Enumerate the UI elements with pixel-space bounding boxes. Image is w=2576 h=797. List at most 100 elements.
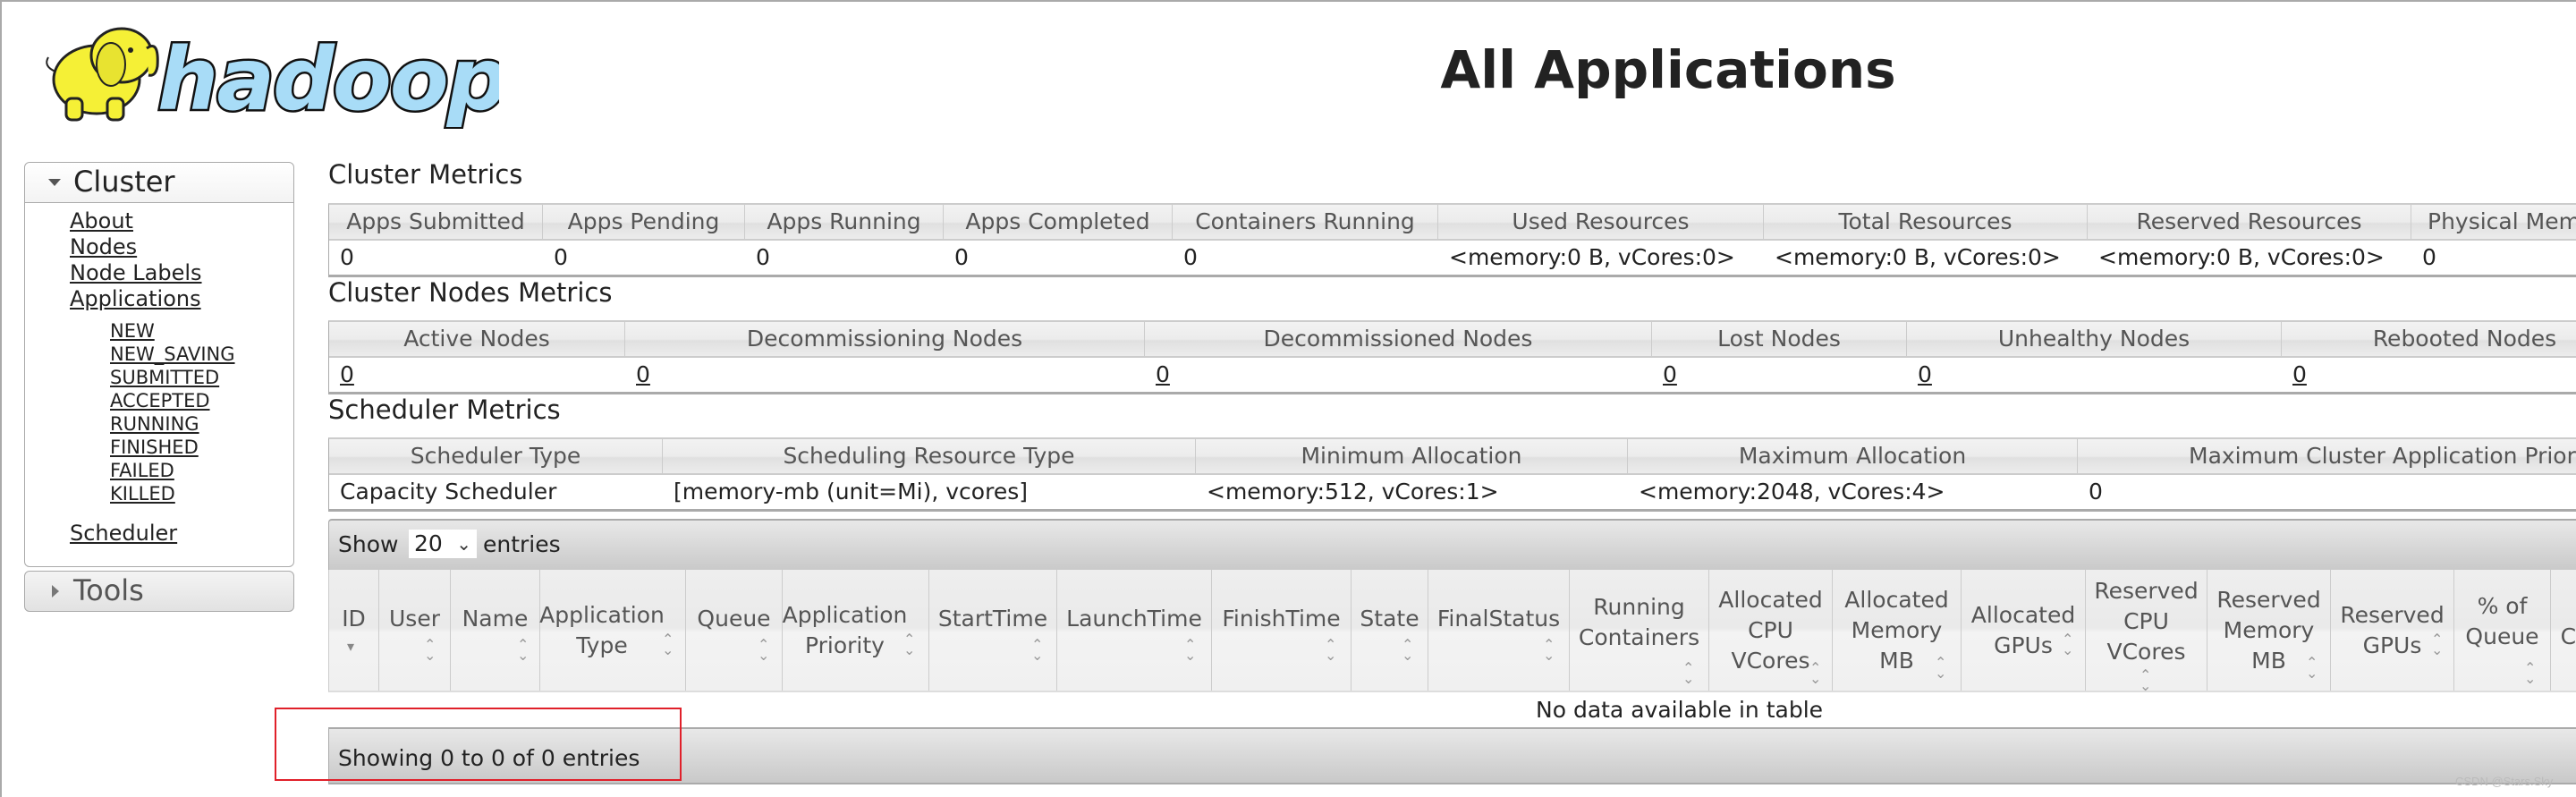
column-label-percent-of-queue: % of Queue — [2465, 592, 2539, 649]
sort-icon: ⌃ ⌄ — [1809, 659, 1822, 687]
sidebar-cluster-header[interactable]: Cluster — [25, 163, 293, 203]
header-physical-mem: Physical Mem — [2428, 208, 2576, 234]
sort-icon: ⌃ ⌄ — [1543, 636, 1555, 664]
sidebar-link-state-submitted[interactable]: SUBMITTED — [110, 367, 219, 388]
column-header-state[interactable]: State ⌃ ⌄ — [1352, 570, 1428, 691]
column-header-percent-of-queue[interactable]: % of Queue ⌃ ⌄ — [2454, 570, 2551, 691]
column-header-allocated-memory-mb[interactable]: Allocated Memory MB ⌃ ⌄ — [1833, 570, 1962, 691]
link-decommissioned-nodes[interactable]: 0 — [1145, 358, 1170, 392]
node-metrics-header-row: Active Nodes Decommissioning Nodes Decom… — [329, 322, 2576, 358]
column-header-application-priority[interactable]: Application Priority ⌃ ⌄ — [783, 570, 929, 691]
page-size-select[interactable]: 20 ⌄ — [409, 530, 477, 558]
scheduler-metrics-data-row: Capacity Scheduler [memory-mb (unit=Mi),… — [329, 475, 2576, 509]
column-header-finishtime[interactable]: FinishTime ⌃ ⌄ — [1212, 570, 1352, 691]
header-maximum-allocation: Maximum Allocation — [1628, 439, 2078, 473]
link-decommissioning-nodes[interactable]: 0 — [625, 358, 650, 392]
sidebar-link-state-new-saving[interactable]: NEW_SAVING — [110, 343, 235, 365]
node-metrics-title: Cluster Nodes Metrics — [328, 277, 613, 308]
sidebar-tools-label: Tools — [73, 573, 144, 607]
column-header-reserved-cpu-vcores[interactable]: Reserved CPU VCores ⌃ ⌄ — [2086, 570, 2207, 694]
empty-table-message: No data available in table — [1536, 697, 1824, 723]
header-apps-completed: Apps Completed — [944, 205, 1173, 239]
link-active-nodes[interactable]: 0 — [329, 358, 354, 392]
cluster-metrics-title: Cluster Metrics — [328, 159, 523, 190]
sidebar-link-state-new[interactable]: NEW — [110, 320, 155, 342]
sort-icon: ⌃ ⌄ — [2524, 659, 2537, 687]
column-header-allocated-gpus[interactable]: Allocated GPUs ⌃ ⌄ — [1962, 570, 2086, 691]
header-apps-submitted: Apps Submitted — [329, 205, 543, 239]
column-header-allocated-cpu-vcores[interactable]: Allocated CPU VCores ⌃ ⌄ — [1709, 570, 1833, 691]
sidebar-link-state-accepted[interactable]: ACCEPTED — [110, 390, 210, 411]
sidebar-link-scheduler[interactable]: Scheduler — [70, 521, 177, 546]
sort-icon: ⌃ ⌄ — [1184, 636, 1197, 664]
sort-icon: ⌃ ⌄ — [1031, 636, 1044, 664]
column-label-percent-of-cluster: % of Cluster — [2560, 593, 2576, 649]
column-label-application-priority: Application Priority — [782, 601, 908, 658]
sort-icon: ⌃ ⌄ — [2062, 631, 2074, 658]
column-header-running-containers[interactable]: Running Containers ⌃ ⌄ — [1570, 570, 1709, 691]
header-decommissioned-nodes: Decommissioned Nodes — [1145, 322, 1652, 356]
sidebar-link-node-labels[interactable]: Node Labels — [70, 260, 202, 285]
sidebar-link-about[interactable]: About — [70, 208, 133, 233]
column-header-starttime[interactable]: StartTime ⌃ ⌄ — [929, 570, 1057, 691]
sidebar-link-state-finished[interactable]: FINISHED — [110, 437, 199, 458]
sidebar-tools-panel[interactable]: Tools — [24, 571, 294, 612]
header-scheduler-type: Scheduler Type — [329, 439, 663, 473]
column-label-allocated-gpus: Allocated GPUs — [1970, 601, 2076, 658]
sidebar-tools-header[interactable]: Tools — [25, 572, 293, 611]
header-containers-running: Containers Running — [1173, 205, 1438, 239]
sort-icon: ⌃ ⌄ — [1402, 636, 1414, 664]
header-rebooted-nodes: Rebooted Nodes — [2372, 326, 2557, 352]
header-apps-running: Apps Running — [745, 205, 944, 239]
column-header-id[interactable]: ID ▾ — [329, 570, 379, 691]
column-header-name[interactable]: Name ⌃ ⌄ — [451, 570, 540, 691]
sidebar-cluster-panel: Cluster About Nodes Node Labels Applicat… — [24, 162, 294, 567]
value-used-resources: <memory:0 B, vCores:0> — [1449, 244, 1735, 270]
header-scheduling-resource-type: Scheduling Resource Type — [663, 439, 1196, 473]
value-max-cluster-app-priority: 0 — [2089, 479, 2103, 504]
column-header-percent-of-cluster[interactable]: % of Cluster — [2551, 570, 2576, 691]
link-unhealthy-nodes[interactable]: 0 — [1907, 358, 1932, 392]
sidebar-link-applications[interactable]: Applications — [70, 286, 201, 311]
column-header-reserved-gpus[interactable]: Reserved GPUs ⌃ ⌄ — [2331, 570, 2454, 691]
header-reserved-resources: Reserved Resources — [2088, 205, 2411, 239]
column-label-reserved-gpus: Reserved GPUs — [2340, 601, 2445, 658]
hadoop-elephant-logo-icon: hadoop — [46, 27, 511, 132]
column-header-user[interactable]: User ⌃ ⌄ — [379, 570, 451, 691]
hadoop-logo[interactable]: hadoop — [25, 13, 511, 132]
table-length-bar: Show 20 ⌄ entries — [328, 519, 2576, 571]
link-lost-nodes[interactable]: 0 — [1652, 358, 1677, 392]
header-lost-nodes: Lost Nodes — [1652, 322, 1907, 356]
sidebar-link-state-failed[interactable]: FAILED — [110, 460, 174, 481]
sidebar-link-state-running[interactable]: RUNNING — [110, 413, 199, 435]
header-total-resources: Total Resources — [1764, 205, 2088, 239]
column-header-launchtime[interactable]: LaunchTime ⌃ ⌄ — [1057, 570, 1212, 691]
column-header-reserved-memory-mb[interactable]: Reserved Memory MB ⌃ ⌄ — [2207, 570, 2331, 691]
sort-icon: ⌃ ⌄ — [1682, 659, 1695, 687]
value-total-resources: <memory:0 B, vCores:0> — [1775, 244, 2061, 270]
caret-right-icon — [52, 585, 59, 598]
column-label-state: State — [1360, 605, 1419, 632]
column-label-reserved-cpu-vcores: Reserved CPU VCores — [2094, 577, 2199, 665]
sidebar-link-state-killed[interactable]: KILLED — [110, 483, 175, 504]
window-frame-left — [0, 0, 2, 797]
cluster-metrics-data-row: 0 0 0 0 0 <memory:0 B, vCores:0> <memory… — [329, 241, 2576, 275]
column-label-finishtime: FinishTime — [1222, 605, 1341, 632]
sort-icon: ⌃ ⌄ — [2306, 654, 2318, 682]
sort-icon: ⌃ ⌄ — [2140, 666, 2152, 694]
column-header-finalstatus[interactable]: FinalStatus ⌃ ⌄ — [1428, 570, 1570, 691]
header-minimum-allocation: Minimum Allocation — [1196, 439, 1628, 473]
value-apps-pending: 0 — [554, 244, 568, 270]
node-metrics-table: Active Nodes Decommissioning Nodes Decom… — [328, 320, 2576, 394]
link-rebooted-nodes[interactable]: 0 — [2282, 358, 2307, 392]
value-apps-submitted: 0 — [340, 244, 354, 270]
node-metrics-data-row: 0 0 0 0 0 0 — [329, 358, 2576, 392]
column-label-running-containers: Running Containers — [1578, 593, 1700, 650]
sort-icon: ⌃ ⌄ — [903, 631, 916, 658]
sidebar-cluster-label: Cluster — [73, 165, 175, 199]
column-header-application-type[interactable]: Application Type ⌃ ⌄ — [539, 570, 686, 691]
column-header-queue[interactable]: Queue ⌃ ⌄ — [686, 570, 783, 691]
header-decommissioning-nodes: Decommissioning Nodes — [625, 322, 1145, 356]
value-maximum-allocation: <memory:2048, vCores:4> — [1639, 479, 1945, 504]
sidebar-link-nodes[interactable]: Nodes — [70, 234, 137, 259]
